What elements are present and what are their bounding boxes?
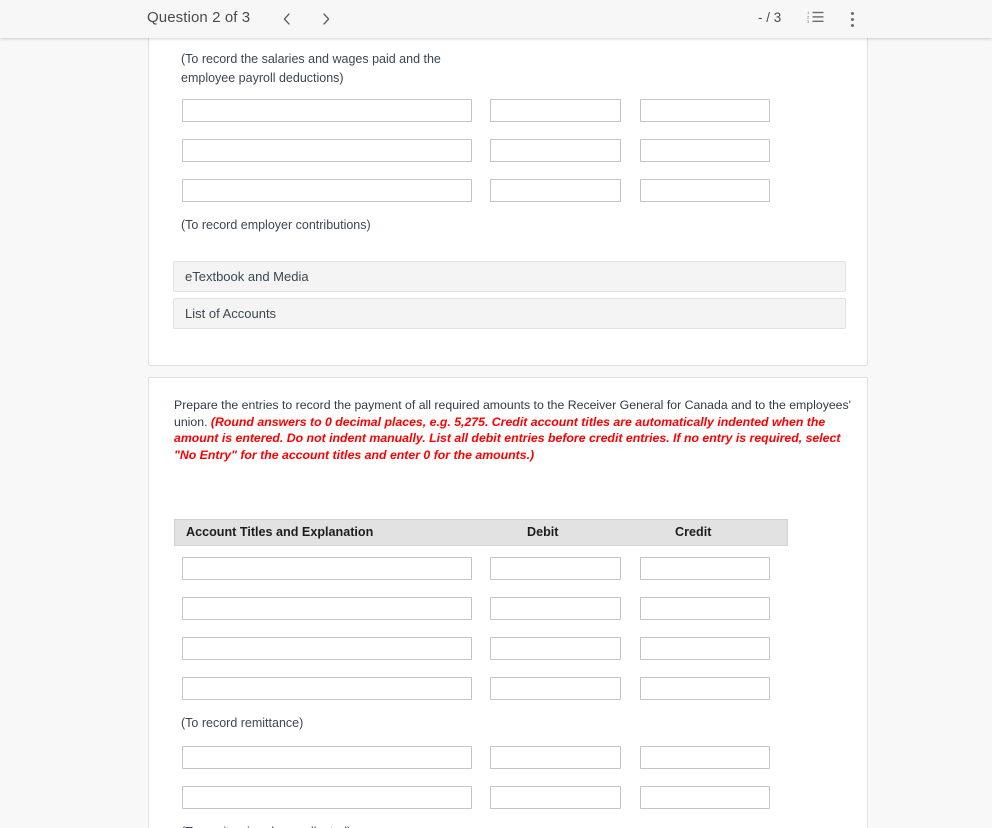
account-title-input[interactable] [182, 557, 472, 580]
score-display: - / 3 [758, 10, 782, 25]
account-title-input[interactable] [182, 597, 472, 620]
next-question-button[interactable] [313, 6, 339, 32]
kebab-menu-icon [850, 10, 854, 28]
memo-salaries-line-2: employee payroll deductions) [181, 70, 344, 85]
memo-employer-contributions: (To record employer contributions) [181, 218, 371, 232]
question-scroll-area[interactable]: (To record the salaries and wages paid a… [0, 38, 992, 828]
question-2-card: Prepare the entries to record the paymen… [148, 377, 868, 828]
debit-input[interactable] [490, 677, 621, 700]
debit-input[interactable] [490, 597, 621, 620]
account-title-input[interactable] [182, 746, 472, 769]
account-title-input[interactable] [182, 179, 472, 202]
list-of-accounts-label: List of Accounts [185, 306, 277, 321]
memo-salaries-line-1: (To record the salaries and wages paid a… [181, 52, 441, 66]
column-header-debit: Debit [527, 525, 559, 539]
question-1-card: (To record the salaries and wages paid a… [148, 38, 868, 366]
question-list-button[interactable]: 1 2 3 [804, 8, 826, 30]
debit-input[interactable] [490, 746, 621, 769]
account-title-input[interactable] [182, 139, 472, 162]
column-header-account-titles: Account Titles and Explanation [186, 525, 374, 539]
credit-input[interactable] [640, 179, 770, 202]
credit-input[interactable] [640, 746, 770, 769]
memo-remit-union-dues: (To remit union dues collected) [181, 823, 351, 828]
more-options-button[interactable] [842, 8, 862, 30]
debit-input[interactable] [490, 786, 621, 809]
instruction-rounding-note: (Round answers to 0 decimal places, e.g.… [174, 414, 841, 463]
credit-input[interactable] [640, 557, 770, 580]
chevron-right-icon [320, 12, 332, 26]
list-of-accounts-button[interactable]: List of Accounts [173, 298, 846, 329]
question-2-instructions: Prepare the entries to record the paymen… [174, 397, 852, 464]
column-header-credit: Credit [675, 525, 712, 539]
etextbook-and-media-button[interactable]: eTextbook and Media [173, 261, 846, 292]
etextbook-and-media-label: eTextbook and Media [185, 269, 309, 284]
toolbar-inner: Question 2 of 3 - / 3 1 2 3 [0, 0, 992, 38]
account-title-input[interactable] [182, 677, 472, 700]
debit-input[interactable] [490, 637, 621, 660]
credit-input[interactable] [640, 597, 770, 620]
previous-question-button[interactable] [274, 6, 300, 32]
account-title-input[interactable] [182, 99, 472, 122]
credit-input[interactable] [640, 99, 770, 122]
journal-table-header: Account Titles and Explanation Debit Cre… [174, 519, 788, 546]
account-title-input[interactable] [182, 637, 472, 660]
chevron-left-icon [281, 12, 293, 26]
credit-input[interactable] [640, 786, 770, 809]
debit-input[interactable] [490, 139, 621, 162]
credit-input[interactable] [640, 677, 770, 700]
credit-input[interactable] [640, 637, 770, 660]
debit-input[interactable] [490, 557, 621, 580]
numbered-list-icon: 1 2 3 [807, 10, 824, 29]
question-counter-label: Question 2 of 3 [147, 9, 251, 26]
credit-input[interactable] [640, 139, 770, 162]
top-toolbar: Question 2 of 3 - / 3 1 2 3 [0, 0, 992, 38]
debit-input[interactable] [490, 179, 621, 202]
debit-input[interactable] [490, 99, 621, 122]
account-title-input[interactable] [182, 786, 472, 809]
svg-text:3: 3 [807, 19, 810, 24]
memo-record-remittance: (To record remittance) [181, 716, 304, 730]
